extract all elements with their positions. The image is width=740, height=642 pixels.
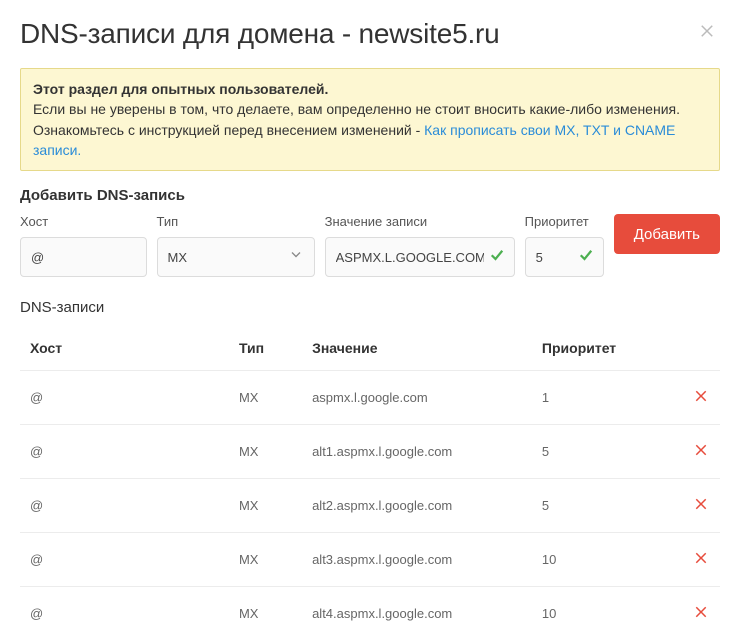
close-button[interactable] [694, 18, 720, 44]
table-row: @MXaspmx.l.google.com1 [20, 371, 720, 425]
host-input[interactable]: @ [20, 237, 147, 277]
records-heading: DNS-записи [20, 299, 720, 316]
delete-icon [692, 501, 710, 516]
priority-input[interactable]: 5 [525, 237, 604, 277]
cell-host: @ [20, 587, 229, 641]
table-row: @MXalt2.aspmx.l.google.com5 [20, 479, 720, 533]
records-table: Хост Тип Значение Приоритет @MXaspmx.l.g… [20, 328, 720, 640]
col-header-host: Хост [20, 328, 229, 371]
warning-heading: Этот раздел для опытных пользователей. [33, 81, 328, 97]
table-row: @MXalt1.aspmx.l.google.com5 [20, 425, 720, 479]
type-select[interactable]: MX [157, 237, 315, 277]
cell-priority: 5 [532, 425, 657, 479]
delete-button[interactable] [692, 387, 710, 405]
add-record-form: Хост @ Тип MX Значение записи ASPMX.L.GO… [20, 214, 720, 277]
check-icon [488, 246, 506, 269]
warning-box: Этот раздел для опытных пользователей. Е… [20, 68, 720, 171]
cell-type: MX [229, 425, 302, 479]
warning-line3-prefix: Ознакомьтесь с инструкцией перед внесени… [33, 122, 424, 138]
delete-button[interactable] [692, 603, 710, 621]
warning-line2: Если вы не уверены в том, что делаете, в… [33, 101, 680, 117]
cell-type: MX [229, 479, 302, 533]
cell-value: alt2.aspmx.l.google.com [302, 479, 532, 533]
cell-priority: 5 [532, 479, 657, 533]
table-row: @MXalt3.aspmx.l.google.com10 [20, 533, 720, 587]
delete-icon [692, 555, 710, 570]
col-header-value: Значение [302, 328, 532, 371]
value-label: Значение записи [325, 214, 515, 229]
table-row: @MXalt4.aspmx.l.google.com10 [20, 587, 720, 641]
value-input[interactable]: ASPMX.L.GOOGLE.COM [325, 237, 515, 277]
type-label: Тип [157, 214, 315, 229]
delete-icon [692, 393, 710, 408]
cell-host: @ [20, 371, 229, 425]
cell-type: MX [229, 533, 302, 587]
add-record-heading: Добавить DNS-запись [20, 187, 720, 204]
host-label: Хост [20, 214, 147, 229]
delete-button[interactable] [692, 441, 710, 459]
delete-button[interactable] [692, 549, 710, 567]
delete-icon [692, 609, 710, 624]
check-icon [577, 246, 595, 269]
cell-priority: 1 [532, 371, 657, 425]
col-header-priority: Приоритет [532, 328, 657, 371]
cell-type: MX [229, 371, 302, 425]
cell-value: alt3.aspmx.l.google.com [302, 533, 532, 587]
cell-value: aspmx.l.google.com [302, 371, 532, 425]
col-header-type: Тип [229, 328, 302, 371]
close-icon [698, 27, 716, 44]
delete-icon [692, 447, 710, 462]
delete-button[interactable] [692, 495, 710, 513]
priority-label: Приоритет [525, 214, 604, 229]
cell-host: @ [20, 533, 229, 587]
cell-host: @ [20, 425, 229, 479]
cell-type: MX [229, 587, 302, 641]
cell-value: alt1.aspmx.l.google.com [302, 425, 532, 479]
cell-host: @ [20, 479, 229, 533]
add-button[interactable]: Добавить [614, 214, 720, 254]
cell-value: alt4.aspmx.l.google.com [302, 587, 532, 641]
cell-priority: 10 [532, 587, 657, 641]
page-title: DNS-записи для домена - newsite5.ru [20, 18, 500, 50]
cell-priority: 10 [532, 533, 657, 587]
